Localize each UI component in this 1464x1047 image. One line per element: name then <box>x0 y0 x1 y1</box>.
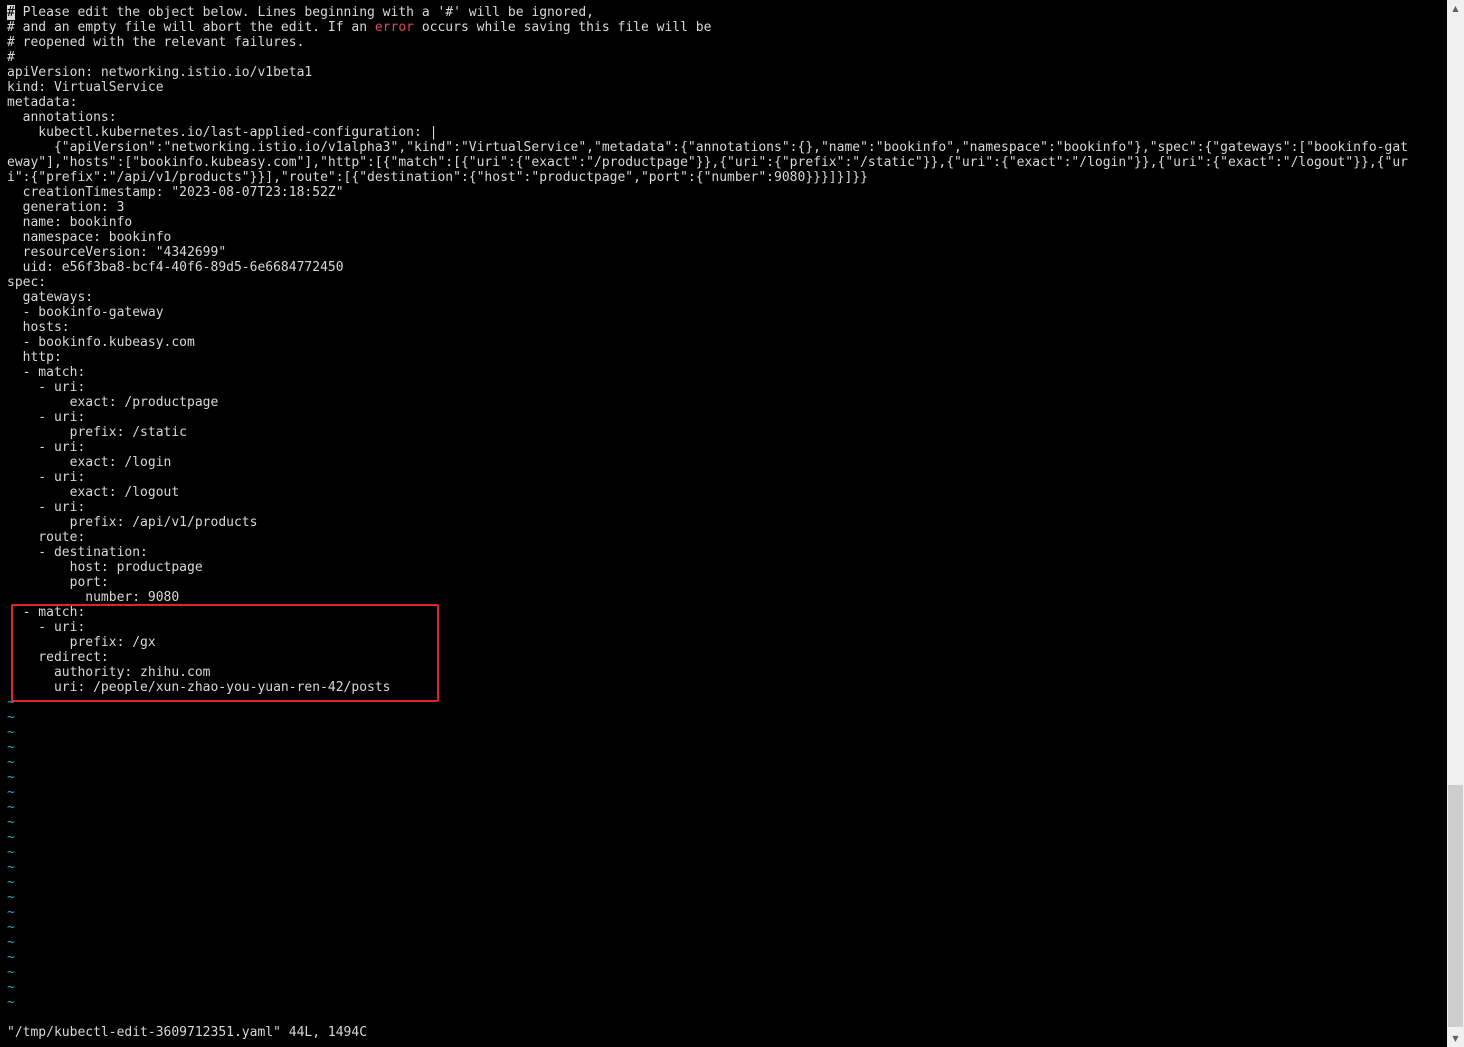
empty-line-tilde: ~ <box>7 770 15 785</box>
yaml-line: - bookinfo.kubeasy.com <box>7 335 195 350</box>
yaml-line: number: 9080 <box>7 590 180 605</box>
empty-line-tilde: ~ <box>7 920 15 935</box>
empty-line-tilde: ~ <box>7 950 15 965</box>
empty-line-tilde: ~ <box>7 755 15 770</box>
yaml-line: exact: /logout <box>7 485 180 500</box>
yaml-line: - uri: <box>7 440 86 455</box>
yaml-line: eway"],"hosts":["bookinfo.kubeasy.com"],… <box>7 155 1408 170</box>
yaml-line: exact: /login <box>7 455 172 470</box>
yaml-line: kubectl.kubernetes.io/last-applied-confi… <box>7 125 438 140</box>
yaml-line: namespace: bookinfo <box>7 230 172 245</box>
empty-line-tilde: ~ <box>7 800 15 815</box>
comment-text: # and an empty file will abort the edit.… <box>7 20 375 35</box>
empty-line-tilde: ~ <box>7 875 15 890</box>
yaml-line: route: <box>7 530 86 545</box>
yaml-content: apiVersion: networking.istio.io/v1beta1 k… <box>7 65 1447 695</box>
yaml-line: - uri: <box>7 410 86 425</box>
empty-line-tilde: ~ <box>7 890 15 905</box>
yaml-line: - uri: <box>7 470 86 485</box>
comment-text: occurs while saving this file will be <box>414 20 712 35</box>
yaml-line: - bookinfo-gateway <box>7 305 164 320</box>
yaml-line: - destination: <box>7 545 148 560</box>
empty-line-tilde: ~ <box>7 965 15 980</box>
yaml-line: metadata: <box>7 95 78 110</box>
empty-line-tilde: ~ <box>7 740 15 755</box>
empty-line-tilde: ~ <box>7 995 15 1010</box>
scroll-down-arrow-icon[interactable]: ▼ <box>1447 1030 1464 1047</box>
empty-line-tilde: ~ <box>7 725 15 740</box>
yaml-line: exact: /productpage <box>7 395 219 410</box>
yaml-line: - uri: <box>7 500 86 515</box>
terminal-window[interactable]: # Please edit the object below. Lines be… <box>0 0 1464 1047</box>
yaml-line: prefix: /api/v1/products <box>7 515 258 530</box>
comment-line: # <box>7 50 15 65</box>
empty-line-tilde: ~ <box>7 980 15 995</box>
empty-buffer-lines: ~ ~ ~ ~ ~ ~ ~ ~ ~ ~ ~ ~ ~ ~ ~ ~ ~ ~ ~ ~ ~ <box>7 695 1447 1010</box>
vim-status-line: "/tmp/kubectl-edit-3609712351.yaml" 44L,… <box>7 1025 368 1040</box>
empty-line-tilde: ~ <box>7 710 15 725</box>
yaml-line: name: bookinfo <box>7 215 133 230</box>
error-keyword: error <box>374 20 414 35</box>
empty-line-tilde: ~ <box>7 830 15 845</box>
yaml-line: port: <box>7 575 109 590</box>
empty-line-tilde: ~ <box>7 845 15 860</box>
yaml-line: resourceVersion: "4342699" <box>7 245 227 260</box>
scrollbar-thumb[interactable] <box>1448 785 1463 1027</box>
yaml-line: apiVersion: networking.istio.io/v1beta1 <box>7 65 313 80</box>
comment-line: # and an empty file will abort the edit.… <box>7 20 1447 35</box>
yaml-line: - uri: <box>7 380 86 395</box>
vim-buffer[interactable]: # Please edit the object below. Lines be… <box>7 5 1447 1010</box>
yaml-line: gateways: <box>7 290 94 305</box>
empty-line-tilde: ~ <box>7 815 15 830</box>
vertical-scrollbar[interactable]: ▲ ▼ <box>1447 0 1464 1047</box>
yaml-line: uid: e56f3ba8-bcf4-40f6-89d5-6e668477245… <box>7 260 344 275</box>
yaml-line: {"apiVersion":"networking.istio.io/v1alp… <box>7 140 1408 155</box>
yaml-line: annotations: <box>7 110 117 125</box>
yaml-line: generation: 3 <box>7 200 125 215</box>
text-cursor: # <box>7 5 15 20</box>
yaml-line: kind: VirtualService <box>7 80 164 95</box>
comment-line: # reopened with the relevant failures. <box>7 35 305 50</box>
yaml-line: http: <box>7 350 62 365</box>
empty-line-tilde: ~ <box>7 935 15 950</box>
yaml-line: prefix: /static <box>7 425 188 440</box>
yaml-line: creationTimestamp: "2023-08-07T23:18:52Z… <box>7 185 344 200</box>
comment-text: Please edit the object below. Lines begi… <box>14 5 595 20</box>
empty-line-tilde: ~ <box>7 905 15 920</box>
yaml-line: - match: <box>7 365 86 380</box>
highlighted-redirect-rule-box <box>11 604 439 702</box>
empty-line-tilde: ~ <box>7 860 15 875</box>
comment-line: # Please edit the object below. Lines be… <box>7 5 1447 20</box>
yaml-line: i":{"prefix":"/api/v1/products"}}],"rout… <box>7 170 868 185</box>
yaml-line: spec: <box>7 275 47 290</box>
yaml-line: host: productpage <box>7 560 203 575</box>
empty-line-tilde: ~ <box>7 785 15 800</box>
scroll-up-arrow-icon[interactable]: ▲ <box>1447 0 1464 17</box>
yaml-line: hosts: <box>7 320 70 335</box>
